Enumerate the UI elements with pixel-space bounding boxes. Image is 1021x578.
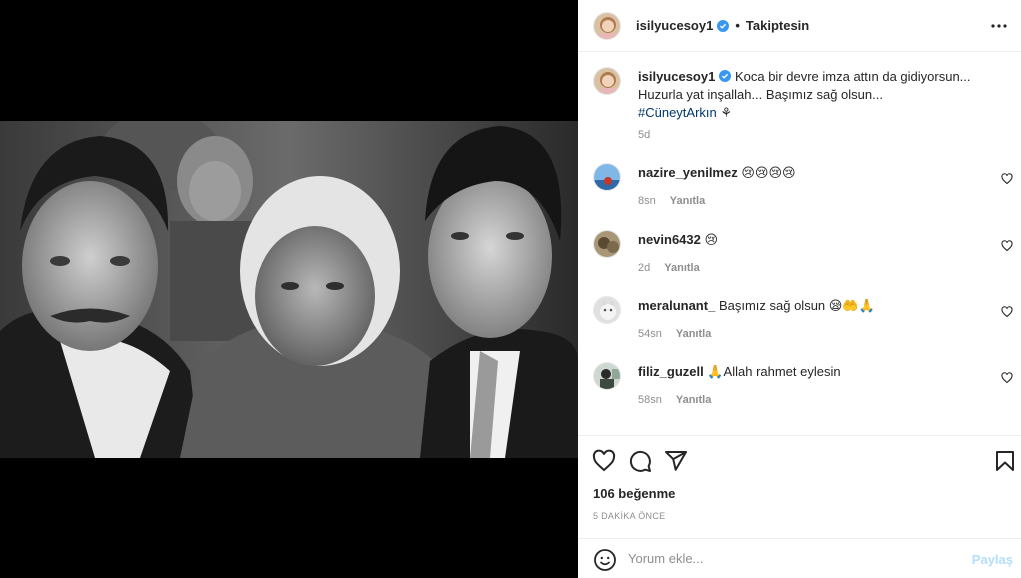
more-options-icon[interactable] — [989, 16, 1009, 36]
like-icon[interactable] — [592, 449, 616, 473]
caption-username[interactable]: isilyucesoy1 — [638, 69, 715, 84]
post-photo[interactable] — [0, 121, 578, 458]
add-comment-bar: Paylaş — [578, 538, 1021, 578]
comment-meta: 58sn Yanıtla — [638, 394, 725, 406]
comment-meta: 54sn Yanıtla — [638, 328, 725, 340]
comment-username[interactable]: nazire_yenilmez — [638, 165, 738, 180]
comment-like-icon[interactable] — [1001, 306, 1013, 318]
caption-meta: 5d — [638, 129, 664, 141]
comment-body: 🙏Allah rahmet eylesin — [707, 364, 841, 379]
author-username[interactable]: isilyucesoy1 — [636, 18, 713, 33]
reply-button[interactable]: Yanıtla — [676, 394, 711, 406]
caption-hashtag[interactable]: #CüneytArkın — [638, 105, 717, 120]
caption-age: 5d — [638, 129, 651, 141]
post-sidebar: isilyucesoy1 • Takiptesin isilyucesoy1 K… — [578, 0, 1021, 578]
comment-username[interactable]: meralunant_ — [638, 298, 715, 313]
reply-button[interactable]: Yanıtla — [670, 195, 705, 207]
comment-icon[interactable] — [628, 449, 652, 473]
comment-text: meralunant_ Başımız sağ olsun 😪🤲🙏 — [638, 297, 978, 315]
comment-meta: 2d Yanıtla — [638, 262, 714, 274]
comment-username[interactable]: filiz_guzell — [638, 364, 704, 379]
comment-age: 8sn — [638, 195, 656, 207]
reply-button[interactable]: Yanıtla — [676, 328, 711, 340]
comment-meta: 8sn Yanıtla — [638, 195, 719, 207]
comment-like-icon[interactable] — [1001, 173, 1013, 185]
commenter-avatar[interactable] — [593, 230, 621, 258]
author-avatar[interactable] — [593, 67, 621, 95]
comment-input[interactable] — [628, 551, 948, 566]
commenter-avatar[interactable] — [593, 163, 621, 191]
post-comment-button[interactable]: Paylaş — [972, 552, 1013, 567]
reply-button[interactable]: Yanıtla — [664, 262, 699, 274]
caption-line2: Huzurla yat inşallah... Başımız sağ olsu… — [638, 87, 883, 102]
commenter-avatar[interactable] — [593, 296, 621, 324]
comment-body: 😢 — [704, 232, 719, 247]
author-avatar[interactable] — [593, 11, 621, 40]
comment-age: 54sn — [638, 328, 662, 340]
header-separator: • — [735, 18, 740, 33]
save-icon[interactable] — [993, 449, 1017, 473]
comment-text: filiz_guzell 🙏Allah rahmet eylesin — [638, 363, 978, 381]
comment-body: 😢😢😢😢 — [741, 165, 796, 180]
like-count[interactable]: 106 beğenme — [593, 486, 675, 501]
caption-trailing: ⚘ — [720, 105, 733, 120]
caption-line1: Koca bir devre imza attın da gidiyorsun.… — [734, 69, 971, 84]
caption-text: isilyucesoy1 Koca bir devre imza attın d… — [638, 68, 978, 122]
comment-username[interactable]: nevin6432 — [638, 232, 701, 247]
comments-list[interactable]: isilyucesoy1 Koca bir devre imza attın d… — [578, 53, 1021, 434]
post-actions: 106 beğenme 5 DAKİKA ÖNCE Paylaş — [578, 435, 1021, 578]
share-icon[interactable] — [664, 449, 688, 473]
comment-text: nazire_yenilmez 😢😢😢😢 — [638, 164, 978, 182]
post-media — [0, 0, 578, 578]
comment-body: Başımız sağ olsun 😪🤲🙏 — [718, 298, 875, 313]
commenter-avatar[interactable] — [593, 362, 621, 390]
comment-age: 58sn — [638, 394, 662, 406]
comment-like-icon[interactable] — [1001, 372, 1013, 384]
verified-icon — [719, 69, 732, 82]
comment-like-icon[interactable] — [1001, 240, 1013, 252]
comment-text: nevin6432 😢 — [638, 231, 978, 249]
following-button[interactable]: Takiptesin — [746, 18, 809, 33]
verified-icon — [717, 19, 730, 32]
comment-age: 2d — [638, 262, 651, 274]
post-time: 5 DAKİKA ÖNCE — [593, 511, 666, 521]
post-header: isilyucesoy1 • Takiptesin — [578, 0, 1021, 52]
emoji-icon[interactable] — [593, 548, 617, 572]
